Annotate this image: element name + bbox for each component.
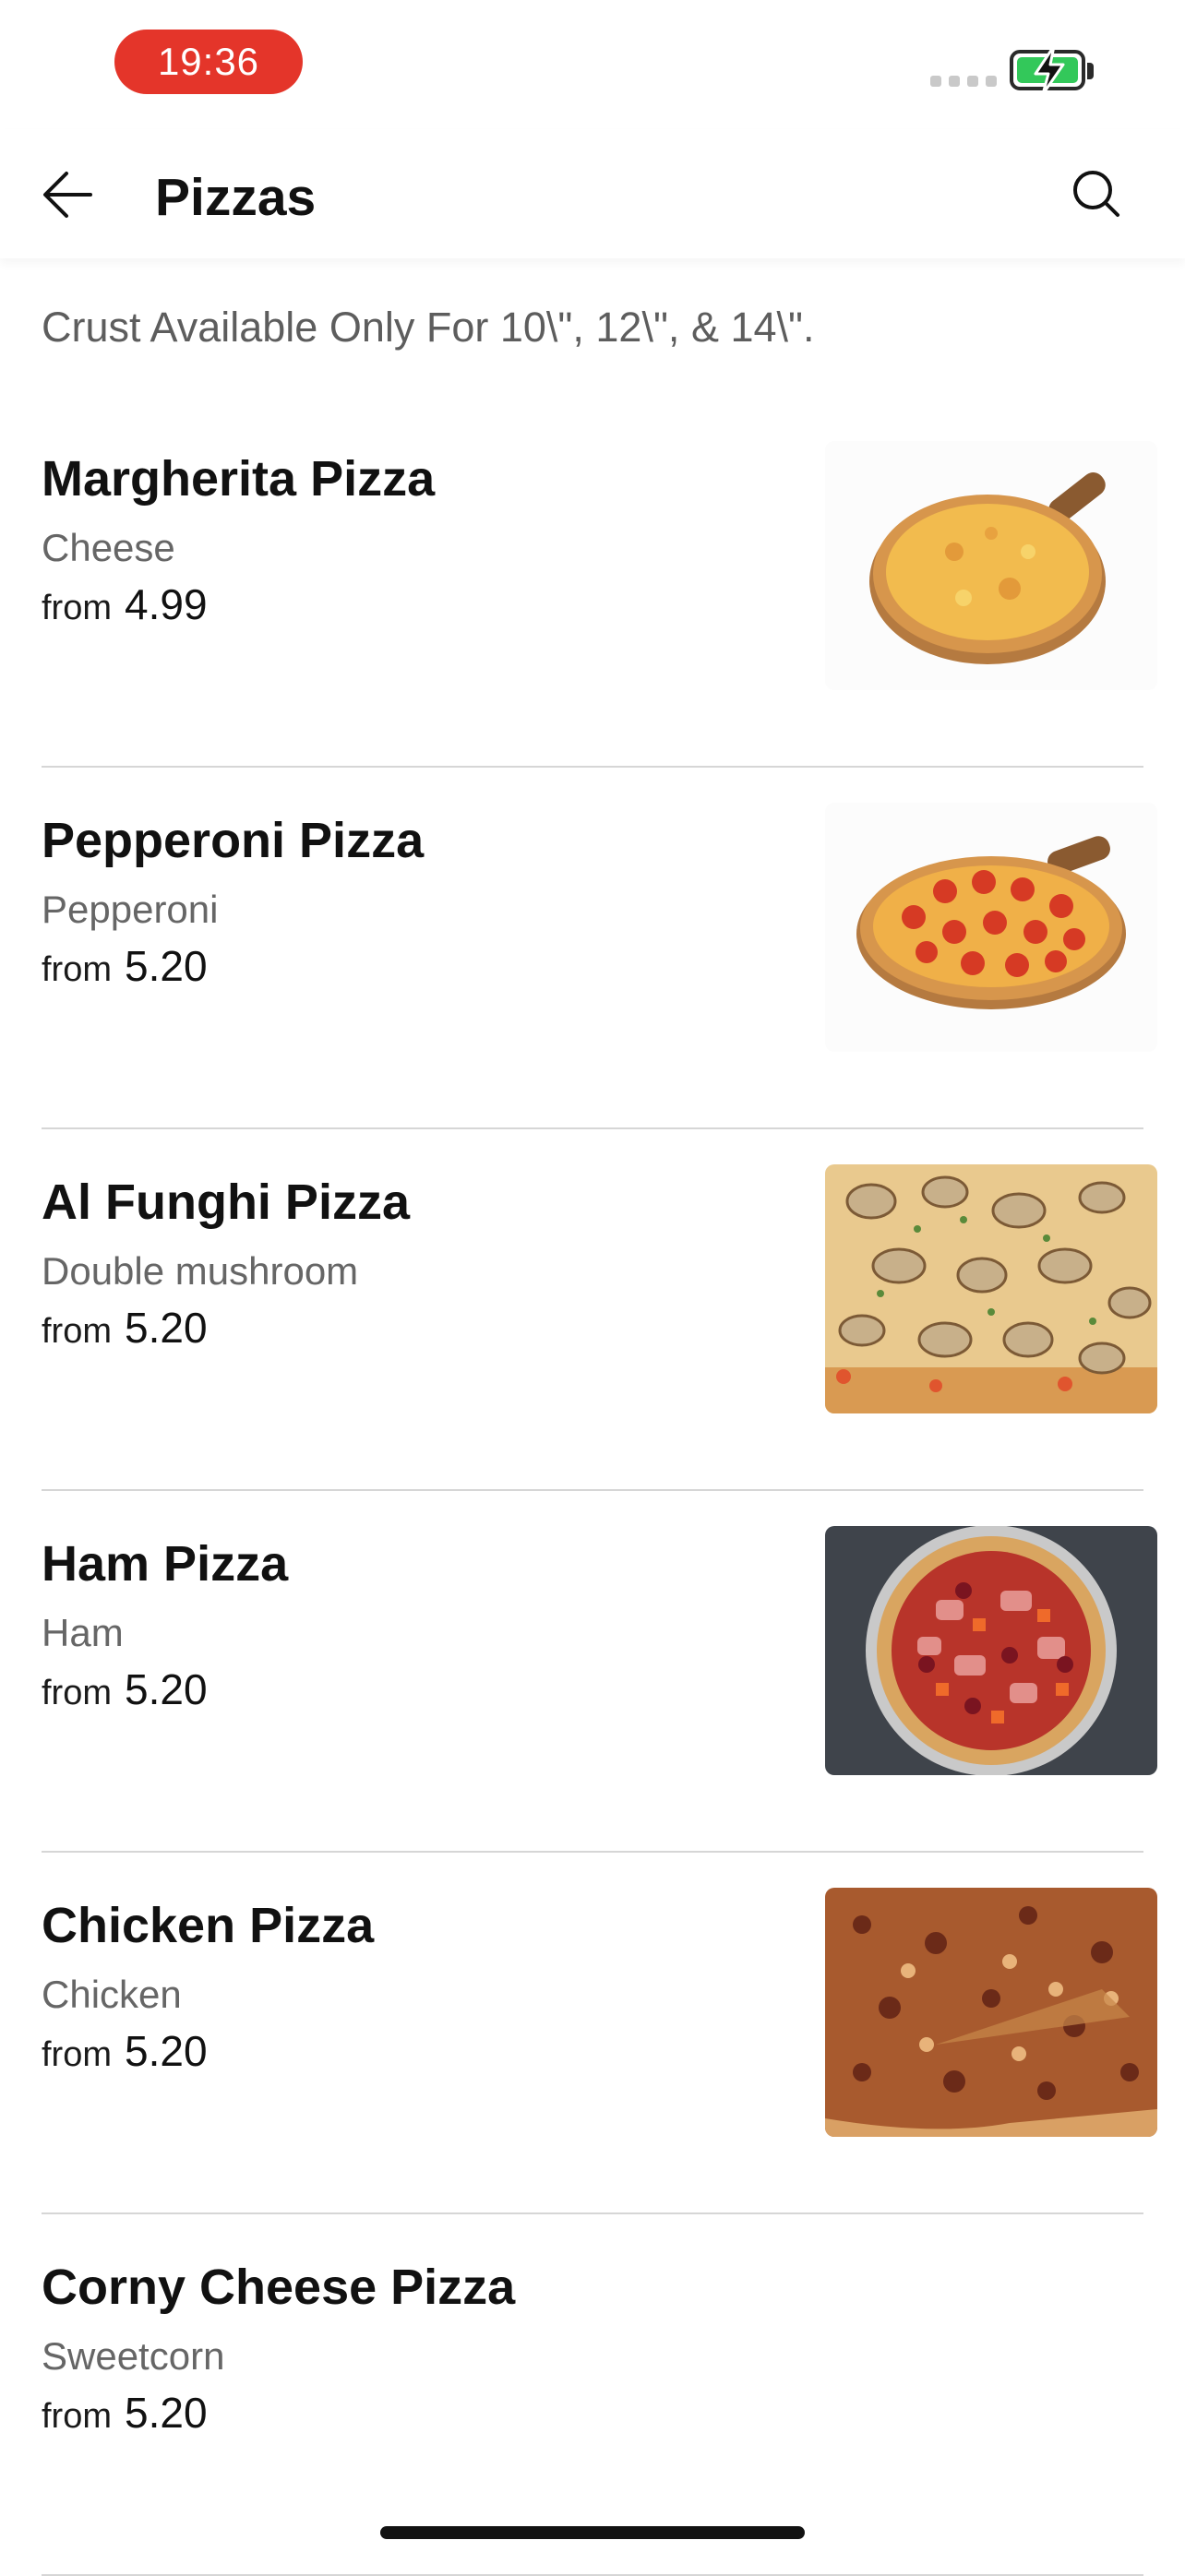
ham-pizza-photo — [825, 1526, 1157, 1775]
item-description: Sweetcorn — [42, 2334, 225, 2378]
margherita-pizza-photo — [825, 441, 1157, 690]
home-indicator[interactable] — [380, 2526, 805, 2539]
item-name: Al Funghi Pizza — [42, 1175, 410, 1230]
from-label: from — [42, 589, 112, 627]
signal-icon — [930, 76, 997, 87]
item-price: 5.20 — [125, 942, 208, 990]
item-price-row: from 5.20 — [42, 941, 208, 991]
battery-nub — [1087, 63, 1094, 79]
item-name: Ham Pizza — [42, 1536, 289, 1592]
item-name: Chicken Pizza — [42, 1898, 375, 1953]
mushroom-pizza-photo — [825, 1164, 1157, 1413]
item-name: Pepperoni Pizza — [42, 813, 425, 868]
item-price-row: from 5.20 — [42, 2026, 208, 2076]
list-item-al-funghi[interactable]: Al Funghi Pizza Double mushroom from 5.2… — [0, 1129, 1185, 1491]
item-description: Ham — [42, 1611, 124, 1654]
page-title: Pizzas — [155, 168, 317, 227]
item-description: Double mushroom — [42, 1249, 359, 1293]
item-price: 4.99 — [125, 580, 208, 628]
from-label: from — [42, 950, 112, 989]
from-label: from — [42, 2397, 112, 2436]
item-name: Margherita Pizza — [42, 451, 436, 507]
list-item-ham[interactable]: Ham Pizza Ham from 5.20 — [0, 1491, 1185, 1853]
search-button[interactable] — [1059, 157, 1133, 231]
list-item-chicken[interactable]: Chicken Pizza Chicken from 5.20 — [0, 1853, 1185, 2214]
pizza-list: Margherita Pizza Cheese from 4.99 Pepper… — [0, 406, 1185, 2576]
item-price-row: from 5.20 — [42, 2388, 208, 2438]
chicken-pizza-photo — [825, 1888, 1157, 2137]
item-description: Chicken — [42, 1973, 182, 2016]
arrow-left-icon — [43, 172, 92, 218]
status-time: 19:36 — [114, 30, 303, 94]
crust-notice: Crust Available Only For 10\", 12\", & 1… — [42, 304, 815, 351]
back-button[interactable] — [33, 162, 107, 227]
search-icon — [1073, 171, 1119, 217]
item-price: 5.20 — [125, 1665, 208, 1713]
from-label: from — [42, 1312, 112, 1351]
item-price: 5.20 — [125, 2389, 208, 2437]
status-bar: 19:36 — [0, 0, 1185, 129]
item-description: Cheese — [42, 526, 175, 569]
list-item-margherita[interactable]: Margherita Pizza Cheese from 4.99 — [0, 406, 1185, 768]
app-header: Pizzas — [0, 129, 1185, 258]
charging-bolt-icon — [1034, 44, 1065, 96]
item-price-row: from 5.20 — [42, 1664, 208, 1714]
item-price: 5.20 — [125, 2027, 208, 2075]
pepperoni-pizza-photo — [825, 803, 1157, 1052]
item-price: 5.20 — [125, 1304, 208, 1352]
item-name: Corny Cheese Pizza — [42, 2260, 516, 2315]
item-description: Pepperoni — [42, 888, 219, 931]
item-price-row: from 5.20 — [42, 1303, 208, 1353]
item-price-row: from 4.99 — [42, 579, 208, 629]
from-label: from — [42, 1674, 112, 1712]
from-label: from — [42, 2035, 112, 2074]
list-item-pepperoni[interactable]: Pepperoni Pizza Pepperoni from 5.20 — [0, 768, 1185, 1129]
list-item-corny-cheese[interactable]: Corny Cheese Pizza Sweetcorn from 5.20 — [0, 2214, 1185, 2576]
